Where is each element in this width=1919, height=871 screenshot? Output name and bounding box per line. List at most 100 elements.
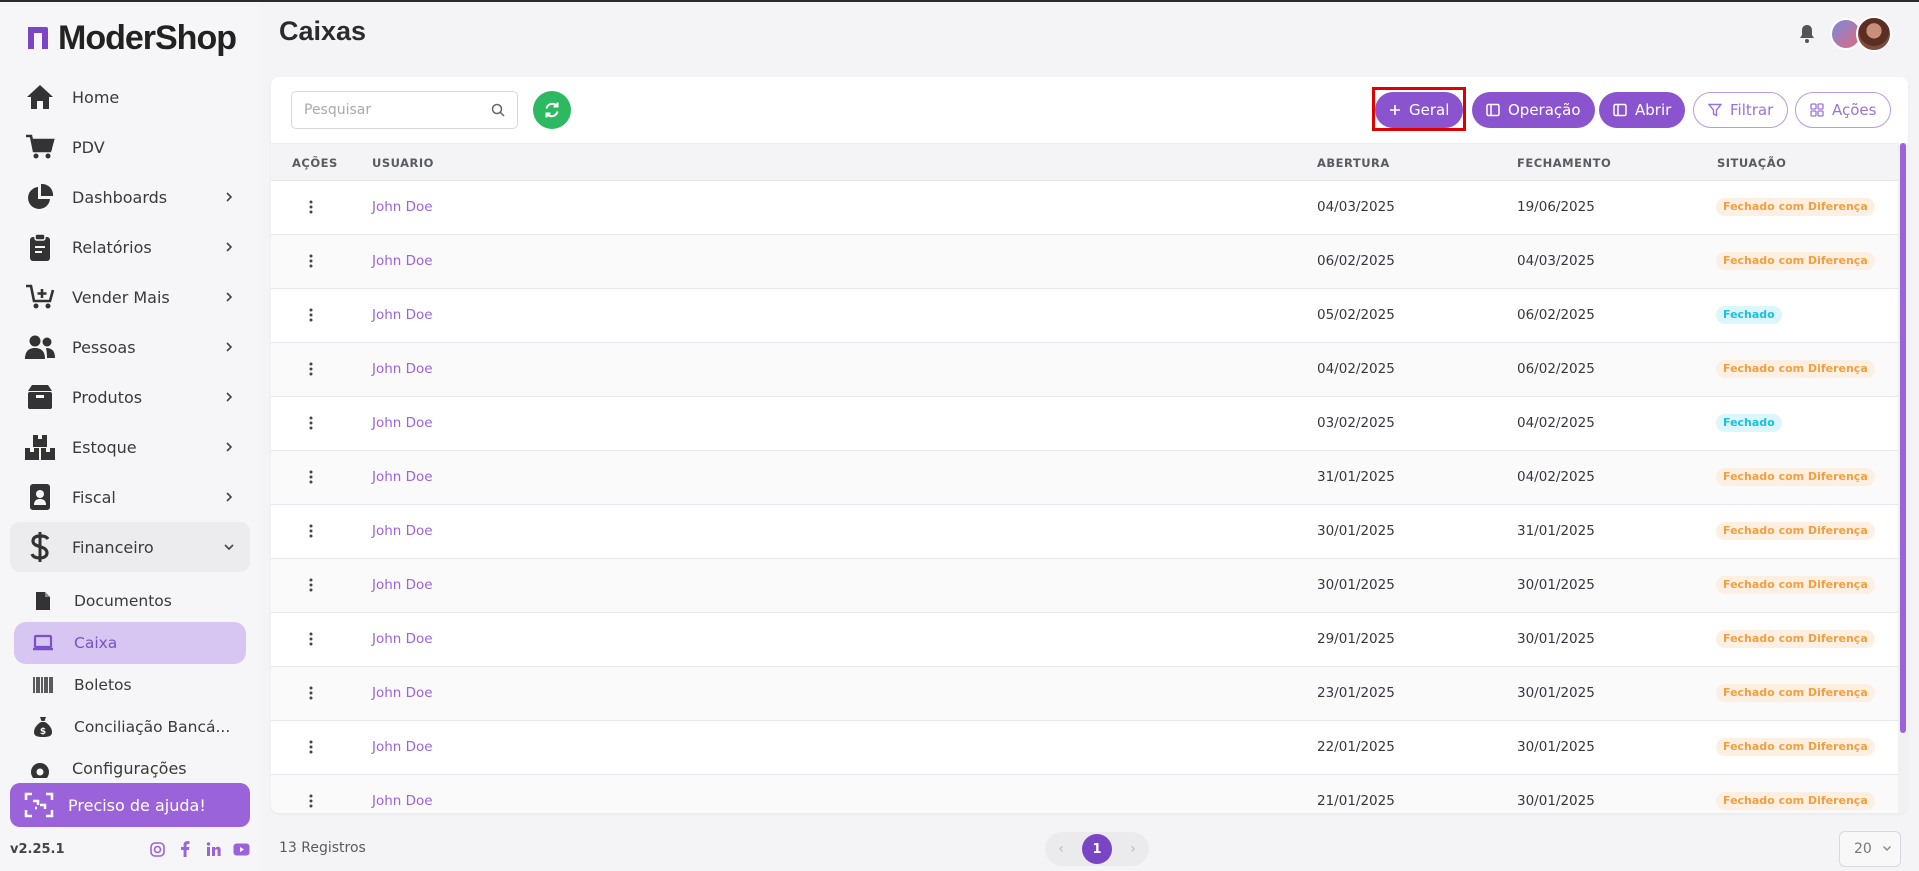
operacao-button[interactable]: Operação — [1472, 92, 1595, 128]
user-avatars[interactable] — [1830, 16, 1892, 52]
filtrar-button[interactable]: Filtrar — [1693, 92, 1789, 128]
youtube-icon[interactable] — [232, 840, 250, 858]
cart-icon — [24, 131, 56, 163]
column-header-acoes: AÇÕES — [292, 156, 338, 170]
column-header-fechamento[interactable]: FECHAMENTO — [1517, 156, 1611, 170]
status-badge: Fechado com Diferença — [1716, 468, 1875, 486]
sidebar-item-pessoas[interactable]: Pessoas — [10, 322, 250, 372]
acoes-button[interactable]: Ações — [1795, 92, 1892, 128]
submenu-item-documentos[interactable]: Documentos — [14, 580, 246, 622]
kebab-menu-icon[interactable] — [307, 736, 315, 758]
table-row[interactable]: John Doe 21/01/2025 30/01/2025 Fechado com … — [271, 775, 1898, 813]
user-link[interactable]: John Doe — [372, 469, 433, 485]
abertura-cell: 30/01/2025 — [1317, 523, 1395, 539]
status-badge: Fechado — [1716, 414, 1782, 432]
sidebar-item-relatorios[interactable]: Relatórios — [10, 222, 250, 272]
vertical-scrollbar[interactable] — [1898, 143, 1908, 813]
sidebar-item-configuracoes[interactable]: Configurações — [24, 758, 187, 778]
scrollbar-thumb[interactable] — [1900, 143, 1906, 733]
table-row[interactable]: John Doe 30/01/2025 31/01/2025 Fechado com … — [271, 505, 1898, 559]
table-row[interactable]: John Doe 03/02/2025 04/02/2025 Fechado — [271, 397, 1898, 451]
sidebar-item-estoque[interactable]: Estoque — [10, 422, 250, 472]
submenu-item-conciliacao-banca[interactable]: $ Conciliação Bancá... — [14, 706, 246, 748]
people-icon — [24, 331, 56, 363]
bell-icon[interactable] — [1798, 24, 1816, 44]
instagram-icon[interactable] — [148, 840, 166, 858]
user-link[interactable]: John Doe — [372, 793, 433, 809]
submenu-item-boletos[interactable]: Boletos — [14, 664, 246, 706]
kebab-menu-icon[interactable] — [307, 682, 315, 704]
page-number[interactable]: 1 — [1082, 834, 1112, 864]
sidebar-item-label: Produtos — [72, 387, 143, 407]
refresh-icon — [545, 102, 559, 118]
kebab-menu-icon[interactable] — [307, 412, 315, 434]
abrir-button[interactable]: Abrir — [1599, 92, 1686, 128]
sidebar-item-fiscal[interactable]: Fiscal — [10, 472, 250, 522]
user-link[interactable]: John Doe — [372, 523, 433, 539]
sidebar-item-label: Relatórios — [72, 237, 152, 257]
table-row[interactable]: John Doe 05/02/2025 06/02/2025 Fechado — [271, 289, 1898, 343]
sidebar-item-pdv[interactable]: PDV — [10, 122, 250, 172]
kebab-menu-icon[interactable] — [307, 520, 315, 542]
kebab-menu-icon[interactable] — [307, 628, 315, 650]
linkedin-icon[interactable] — [204, 840, 222, 858]
brand-logo[interactable]: ModerShop — [26, 18, 237, 58]
kebab-menu-icon[interactable] — [307, 304, 315, 326]
help-button[interactable]: Preciso de ajuda! — [10, 783, 250, 827]
user-link[interactable]: John Doe — [372, 361, 433, 377]
table-row[interactable]: John Doe 04/03/2025 19/06/2025 Fechado com … — [271, 181, 1898, 235]
sidebar-item-label: Pessoas — [72, 337, 136, 357]
sidebar-item-label: Estoque — [72, 437, 137, 457]
sidebar-item-home[interactable]: Home — [10, 72, 250, 122]
refresh-button[interactable] — [533, 91, 571, 129]
table-row[interactable]: John Doe 29/01/2025 30/01/2025 Fechado com … — [271, 613, 1898, 667]
user-link[interactable]: John Doe — [372, 199, 433, 215]
table-row[interactable]: John Doe 22/01/2025 30/01/2025 Fechado com … — [271, 721, 1898, 775]
panel-icon — [1486, 103, 1500, 117]
sidebar: ModerShop Home PDV Dashboards Relatórios Ven… — [0, 2, 261, 871]
column-header-usuario[interactable]: USUARIO — [372, 156, 434, 170]
sidebar-item-dashboards[interactable]: Dashboards — [10, 172, 250, 222]
kebab-menu-icon[interactable] — [307, 574, 315, 596]
user-link[interactable]: John Doe — [372, 685, 433, 701]
per-page-select[interactable]: 20 — [1839, 831, 1901, 867]
chevron-right-icon — [222, 189, 236, 203]
user-link[interactable]: John Doe — [372, 307, 433, 323]
chevron-right-icon — [222, 389, 236, 403]
user-link[interactable]: John Doe — [372, 415, 433, 431]
kebab-menu-icon[interactable] — [307, 358, 315, 380]
sidebar-item-financeiro[interactable]: Financeiro — [10, 522, 250, 572]
status-badge: Fechado com Diferença — [1716, 522, 1875, 540]
kebab-menu-icon[interactable] — [307, 466, 315, 488]
user-link[interactable]: John Doe — [372, 739, 433, 755]
fechamento-cell: 31/01/2025 — [1517, 523, 1595, 539]
fechamento-cell: 04/02/2025 — [1517, 415, 1595, 431]
status-badge: Fechado com Diferença — [1716, 360, 1875, 378]
column-header-situacao[interactable]: SITUAÇÃO — [1717, 156, 1786, 170]
search-input[interactable] — [304, 102, 491, 118]
table-row[interactable]: John Doe 30/01/2025 30/01/2025 Fechado com … — [271, 559, 1898, 613]
sidebar-item-vender-mais[interactable]: Vender Mais — [10, 272, 250, 322]
table-row[interactable]: John Doe 31/01/2025 04/02/2025 Fechado com … — [271, 451, 1898, 505]
user-link[interactable]: John Doe — [372, 253, 433, 269]
search-box[interactable] — [291, 91, 518, 129]
kebab-menu-icon[interactable] — [307, 196, 315, 218]
prev-page-icon[interactable]: ‹ — [1051, 841, 1071, 857]
facebook-icon[interactable] — [176, 840, 194, 858]
user-link[interactable]: John Doe — [372, 577, 433, 593]
next-page-icon[interactable]: › — [1123, 841, 1143, 857]
social-links — [148, 840, 250, 858]
kebab-menu-icon[interactable] — [307, 790, 315, 812]
user-link[interactable]: John Doe — [372, 631, 433, 647]
box-icon — [24, 381, 56, 413]
kebab-menu-icon[interactable] — [307, 250, 315, 272]
abertura-cell: 30/01/2025 — [1317, 577, 1395, 593]
sidebar-item-produtos[interactable]: Produtos — [10, 372, 250, 422]
table-row[interactable]: John Doe 06/02/2025 04/03/2025 Fechado com … — [271, 235, 1898, 289]
table-row[interactable]: John Doe 04/02/2025 06/02/2025 Fechado com … — [271, 343, 1898, 397]
submenu-item-caixa[interactable]: Caixa — [14, 622, 246, 664]
table-row[interactable]: John Doe 23/01/2025 30/01/2025 Fechado com … — [271, 667, 1898, 721]
fechamento-cell: 19/06/2025 — [1517, 199, 1595, 215]
abertura-cell: 06/02/2025 — [1317, 253, 1395, 269]
column-header-abertura[interactable]: ABERTURA — [1317, 156, 1390, 170]
